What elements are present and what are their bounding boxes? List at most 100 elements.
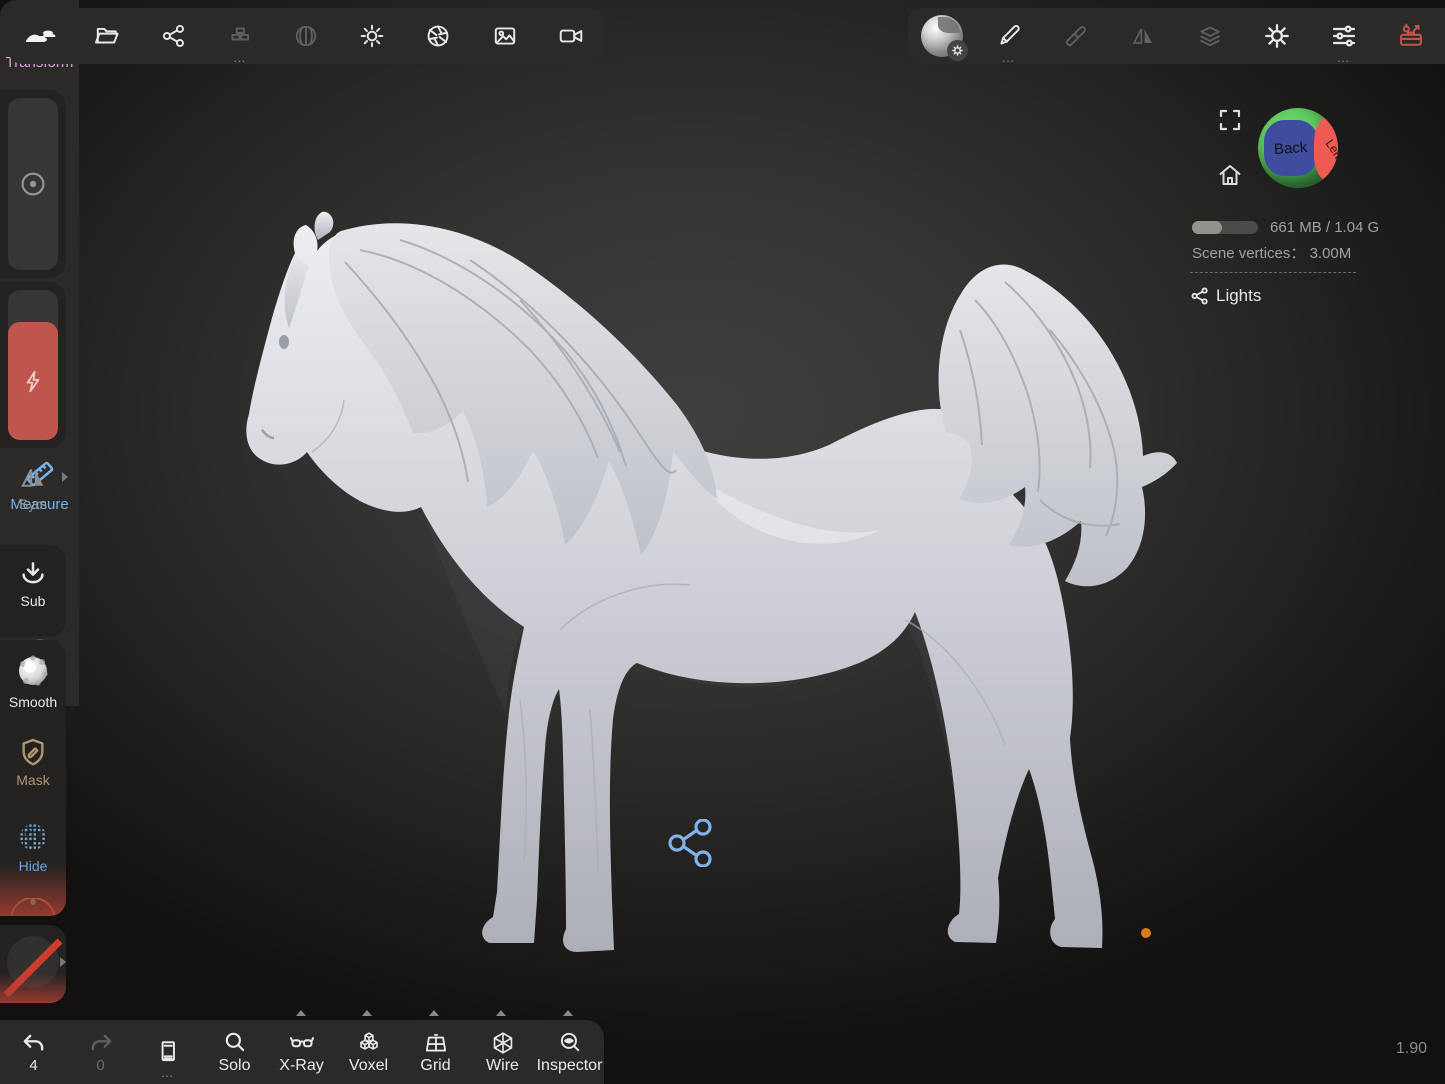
- smooth-brush-button[interactable]: Smooth: [0, 652, 66, 710]
- glasses-icon: [288, 1030, 316, 1056]
- more-indicator: …: [1310, 53, 1377, 63]
- xray-label: X-Ray: [279, 1057, 323, 1074]
- solo-button[interactable]: Solo: [201, 1020, 268, 1084]
- topology-button[interactable]: [273, 8, 339, 64]
- radius-slider-panel: [0, 90, 66, 278]
- folder-icon: [94, 23, 120, 49]
- sub-arrow-icon: [18, 559, 48, 589]
- layers-icon: [1197, 23, 1223, 49]
- xray-button[interactable]: X-Ray: [268, 1020, 335, 1084]
- render-button[interactable]: [405, 8, 471, 64]
- toolbox-button[interactable]: [1377, 8, 1444, 64]
- app-window: …: [0, 0, 1445, 1084]
- sliders-icon: [1330, 22, 1358, 50]
- symmetry-icon: [18, 462, 48, 492]
- layers-stack-button[interactable]: …: [207, 8, 273, 64]
- smooth-label: Smooth: [9, 694, 57, 710]
- matcap-sphere-icon: [921, 15, 963, 57]
- app-logo-icon: [24, 24, 58, 48]
- video-camera-icon: [557, 23, 585, 49]
- adjustments-button[interactable]: …: [1310, 8, 1377, 64]
- settings-button[interactable]: [1243, 8, 1310, 64]
- solo-label: Solo: [218, 1057, 250, 1074]
- toolbox-icon: [1397, 22, 1425, 50]
- lights-toggle[interactable]: Lights: [1190, 286, 1261, 306]
- nav-face-left[interactable]: Left: [1314, 116, 1338, 182]
- home-icon: [1216, 161, 1244, 189]
- sub-panel: Sub: [0, 545, 66, 637]
- paintbrush-icon: [1063, 23, 1089, 49]
- bottom-toolbar: 4 0 … Solo X-Ray: [0, 1020, 604, 1084]
- wireframe-icon: [490, 1030, 516, 1056]
- more-indicator: …: [134, 1068, 201, 1078]
- grid-button[interactable]: Grid: [402, 1020, 469, 1084]
- lights-nodes-icon: [1190, 286, 1210, 306]
- inspector-eye-icon: [557, 1030, 583, 1056]
- layers-button[interactable]: [1176, 8, 1243, 64]
- hide-dotted-sphere-icon: [16, 820, 50, 854]
- scene-vertices-text: Scene vertices： 3.00M: [1192, 242, 1351, 263]
- symmetry-label: Sym: [19, 496, 47, 512]
- mask-brush-button[interactable]: Mask: [0, 736, 66, 788]
- aperture-icon: [425, 23, 451, 49]
- material-button[interactable]: [908, 8, 975, 64]
- camera-record-button[interactable]: [538, 8, 604, 64]
- memory-usage-text: 661 MB / 1.04 G: [1270, 219, 1379, 236]
- image-icon: [492, 23, 518, 49]
- redo-icon: [88, 1031, 114, 1057]
- scene-graph-button[interactable]: [140, 8, 206, 64]
- history-button[interactable]: …: [134, 1020, 201, 1084]
- nav-face-back[interactable]: Back: [1264, 120, 1318, 176]
- memory-progress-fill: [1192, 221, 1222, 234]
- brush-shortcuts-panel: Smooth Mask Hide: [0, 640, 66, 916]
- gear-icon: [951, 44, 964, 57]
- home-view-button[interactable]: [1216, 161, 1244, 189]
- paint-tool-button[interactable]: [1042, 8, 1109, 64]
- lights-label: Lights: [1216, 286, 1261, 306]
- mirror-button[interactable]: [1109, 8, 1176, 64]
- pen-icon: [996, 23, 1022, 49]
- lightning-icon: [20, 368, 46, 394]
- background-image-button[interactable]: [472, 8, 538, 64]
- radius-dot-icon: [18, 169, 48, 199]
- redo-count: 0: [96, 1058, 104, 1073]
- notebook-icon: [155, 1039, 181, 1065]
- mask-shield-icon: [17, 736, 49, 768]
- redo-button[interactable]: 0: [67, 1020, 134, 1084]
- voxel-button[interactable]: Voxel: [335, 1020, 402, 1084]
- intensity-slider-fill[interactable]: [8, 322, 58, 440]
- files-button[interactable]: [74, 8, 140, 64]
- material-expand-caret[interactable]: [60, 957, 66, 967]
- undo-count: 4: [29, 1058, 37, 1073]
- red-slash-icon: [0, 925, 66, 1003]
- pivot-dot: [1141, 928, 1151, 938]
- sun-icon: [359, 23, 385, 49]
- gear-icon: [1263, 22, 1291, 50]
- material-settings-badge[interactable]: [947, 40, 968, 61]
- more-indicator: …: [207, 53, 273, 63]
- light-widget-handle-icon[interactable]: [667, 819, 713, 867]
- lighting-button[interactable]: [339, 8, 405, 64]
- more-indicator: …: [975, 53, 1042, 63]
- magnifier-icon: [222, 1030, 248, 1056]
- grid-label: Grid: [420, 1057, 450, 1074]
- nav-cube[interactable]: Back Left: [1258, 108, 1338, 188]
- intensity-slider-panel: [0, 282, 66, 448]
- brush-tool-button[interactable]: …: [975, 8, 1042, 64]
- grid-icon: [423, 1030, 449, 1056]
- top-left-toolbar: …: [8, 8, 604, 64]
- sub-button[interactable]: Sub: [0, 559, 66, 609]
- fullscreen-icon: [1216, 106, 1244, 134]
- symmetry-toggle[interactable]: Sym: [0, 462, 66, 512]
- inspector-button[interactable]: Inspector: [536, 1020, 603, 1084]
- app-menu-button[interactable]: [8, 8, 74, 64]
- undo-button[interactable]: 4: [0, 1020, 67, 1084]
- smooth-sphere-icon: [14, 652, 52, 690]
- wire-button[interactable]: Wire: [469, 1020, 536, 1084]
- hide-brush-button[interactable]: Hide: [0, 820, 66, 874]
- gizmo-partial-icon: [7, 898, 59, 916]
- symmetry-expand-caret[interactable]: [62, 472, 68, 482]
- wire-label: Wire: [486, 1057, 519, 1074]
- bricks-icon: [227, 23, 253, 49]
- fullscreen-button[interactable]: [1216, 106, 1244, 134]
